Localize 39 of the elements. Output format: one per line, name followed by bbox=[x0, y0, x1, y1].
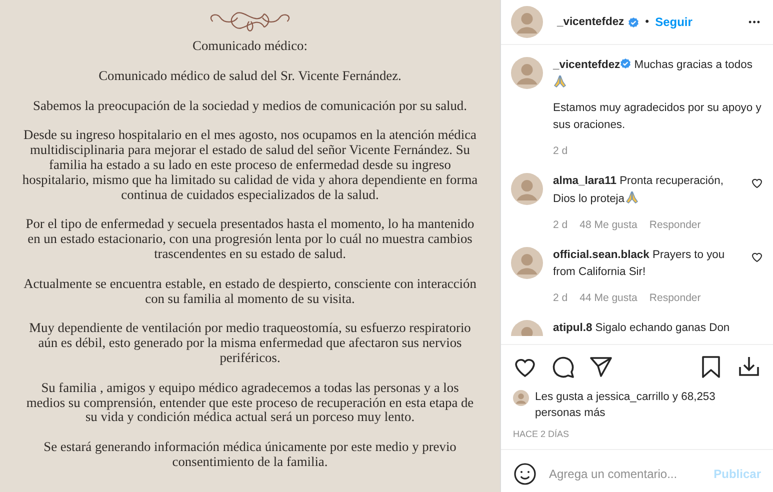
send-icon[interactable] bbox=[589, 355, 613, 379]
document-paragraph: Actualmente se encuentra estable, en estado de despierto, consciente con interacción con su familia al momento de su visita. bbox=[22, 276, 478, 306]
avatar bbox=[511, 6, 543, 38]
caption-text: _vicentefdez Muchas gracias a todos bbox=[553, 57, 763, 92]
document-paragraph: Sabemos la preocupación de la sociedad y medios de comunicación por su salud. bbox=[33, 98, 467, 114]
more-button[interactable]: ••• bbox=[748, 17, 761, 27]
like-count[interactable]: 44 Me gusta bbox=[580, 290, 638, 307]
timestamp: 2 d bbox=[553, 218, 568, 233]
download-icon[interactable] bbox=[737, 355, 761, 379]
document-paragraph: Por el tipo de enfermedad y secuela presentados hasta el momento, lo ha mantenido en un estado estacionario, con una progresión lenta por lo cuál no muestra cambios trascendentes en su estado de salud. bbox=[24, 217, 476, 262]
document-paragraph: Comunicado médico de salud del Sr. Vicente Fernández. bbox=[98, 68, 402, 84]
comment-text: alma_lara11 Pronta recuperación, Dios lo proteja bbox=[553, 174, 724, 207]
comment-text: atipul.8 Sigalo echando ganas Don bbox=[553, 321, 731, 336]
post-date: HACE 2 DÍAS bbox=[501, 425, 773, 450]
timestamp: 2 d bbox=[553, 291, 568, 306]
like-count[interactable]: 48 Me gusta bbox=[580, 217, 638, 234]
avatar bbox=[511, 173, 543, 205]
avatar bbox=[511, 57, 543, 89]
document-title: Comunicado médico: bbox=[192, 39, 308, 54]
document-paragraph: Su familia , amigos y equipo médico agradecemos a todas las personas y a los medios su comprensión, entender que este proceso de recuperación en esta etapa de su vida y condición médica actual será un porceso muy lento. bbox=[25, 380, 475, 426]
document-paragraph: Muy dependiente de ventilación por medio traqueostomía, su esfuerzo respiratorio aún es débil, esto generado por la misma enfermedad que afectaron sus nervios periféricos. bbox=[28, 321, 472, 366]
comment-text: official.sean.black Prayers to you from California Sir! bbox=[553, 248, 726, 280]
avatar bbox=[513, 390, 529, 406]
caption-text: Estamos muy agradecidos por su apoyo y sus oraciones. bbox=[553, 101, 762, 133]
username[interactable]: _vicentefdez bbox=[557, 16, 624, 28]
emoji-icon[interactable] bbox=[513, 462, 537, 486]
heart-icon[interactable] bbox=[751, 251, 763, 263]
reply-link[interactable]: Responder bbox=[649, 290, 701, 307]
timestamp: 2 d bbox=[553, 144, 568, 159]
separator: • bbox=[645, 16, 650, 28]
likes-text: Les gusta a jessica_carrillo y 68,253 personas más bbox=[535, 390, 716, 421]
reply-link[interactable]: Responder bbox=[649, 217, 701, 234]
follow-button[interactable]: Seguir bbox=[655, 15, 692, 29]
document-paragraph: Desde su ingreso hospitalario en el mes agosto, nos ocupamos en la atención médica multidisciplinaria para mejorar el estado de salud del señor Vicente Fernández. Su familia ha estado a su lado en este proceso de enfermedad desde su ingreso hospitalario, mismo que ha limitado su calidad de vida y ahora dependiente en forma continua de cuidados especializados de la salud. bbox=[22, 128, 478, 202]
comment-icon[interactable] bbox=[551, 355, 575, 379]
bookmark-icon[interactable] bbox=[699, 355, 723, 379]
avatar bbox=[511, 247, 543, 279]
heart-icon[interactable] bbox=[751, 177, 763, 189]
document-paragraph: Se estará generando información médica únicamente por este medio y previo consentimiento de la familia. bbox=[42, 440, 458, 470]
